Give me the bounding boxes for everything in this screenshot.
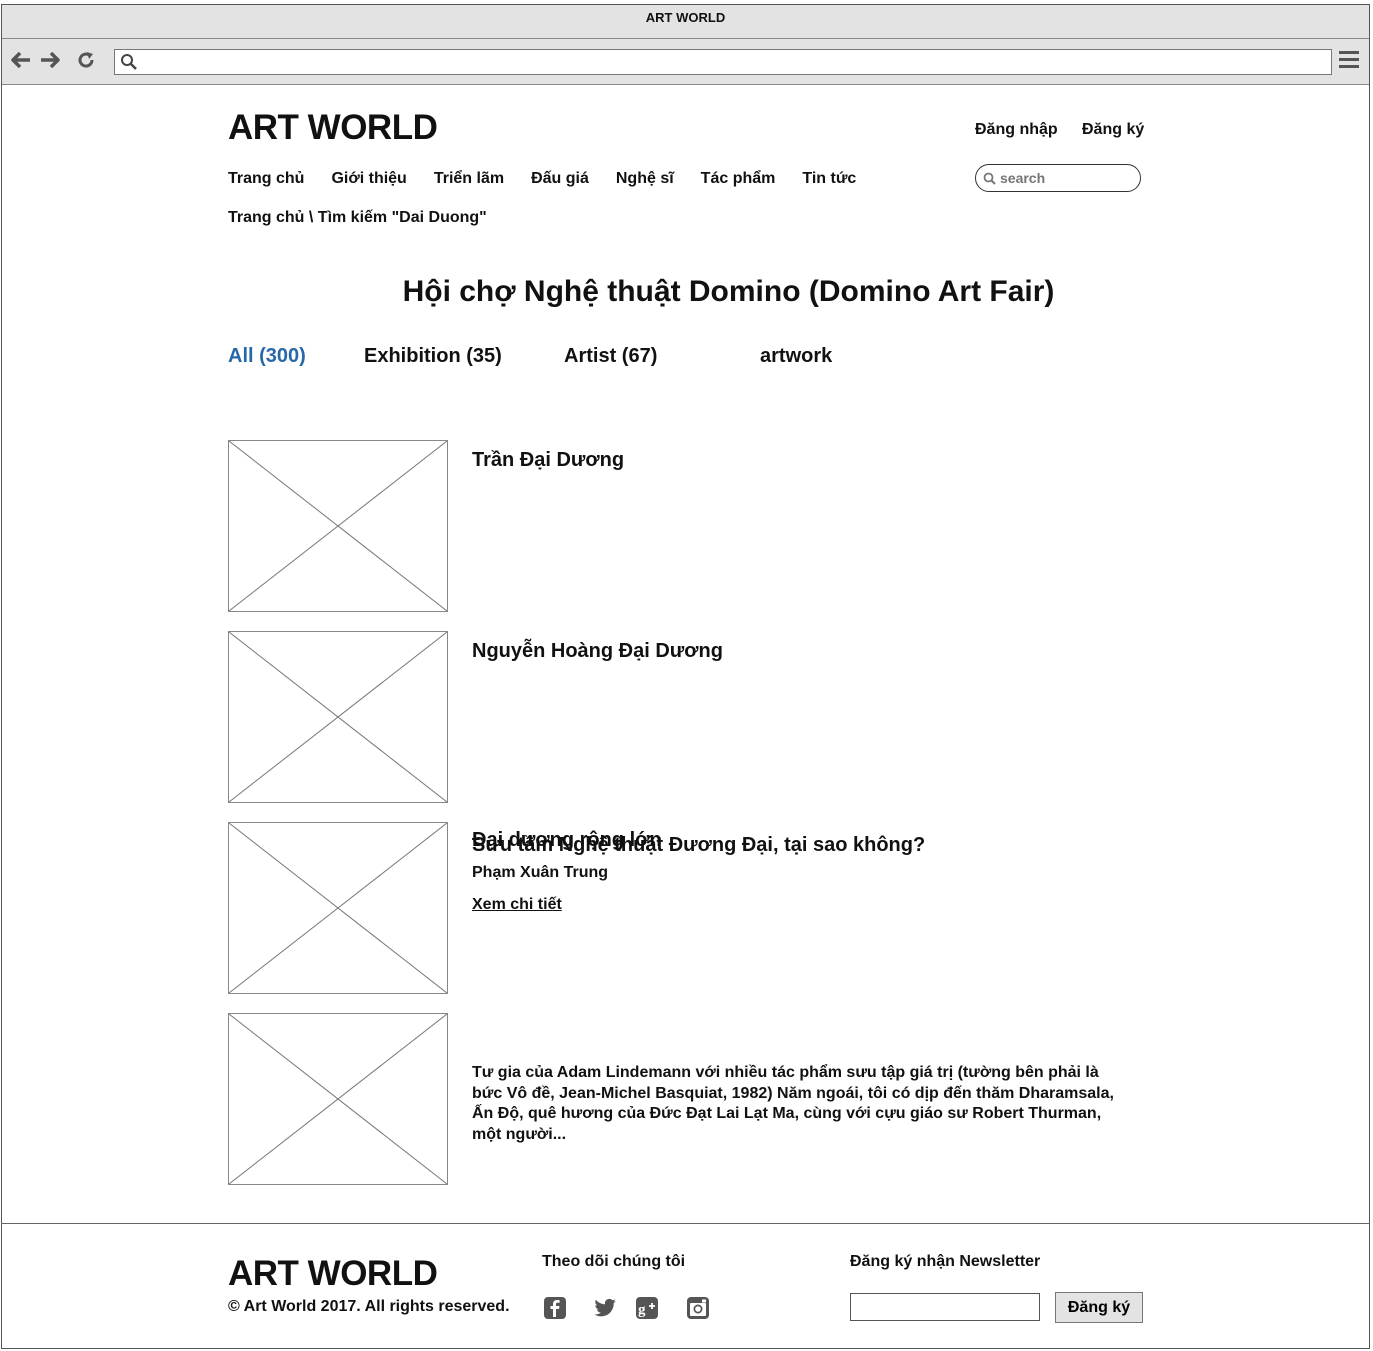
result-description: Tư gia của Adam Lindemann với nhiều tác … bbox=[472, 1064, 1114, 1143]
newsletter-email-field[interactable] bbox=[850, 1293, 1040, 1321]
newsletter-subscribe-button[interactable]: Đăng ký bbox=[1055, 1292, 1143, 1323]
nav-item-artworks[interactable]: Tác phẩm bbox=[701, 170, 776, 188]
login-link[interactable]: Đăng nhập bbox=[975, 121, 1058, 139]
browser-window: ART WORLD bbox=[1, 4, 1370, 1349]
reload-icon[interactable] bbox=[75, 49, 97, 71]
tab-exhibition[interactable]: Exhibition (35) bbox=[364, 345, 502, 368]
instagram-icon[interactable] bbox=[686, 1296, 710, 1320]
back-arrow-icon[interactable] bbox=[10, 49, 32, 71]
search-icon bbox=[120, 53, 138, 76]
tab-artwork[interactable]: artwork bbox=[760, 345, 832, 368]
browser-toolbar bbox=[2, 39, 1369, 85]
result-image-placeholder[interactable] bbox=[228, 1013, 448, 1185]
result-image-placeholder[interactable] bbox=[228, 822, 448, 994]
nav-item-news[interactable]: Tin tức bbox=[802, 170, 856, 188]
nav-item-about[interactable]: Giới thiệu bbox=[331, 170, 406, 188]
footer-divider bbox=[1, 1223, 1370, 1224]
nav-item-home[interactable]: Trang chủ bbox=[228, 170, 304, 188]
search-box[interactable] bbox=[975, 164, 1141, 192]
search-icon bbox=[983, 172, 996, 185]
tab-artist[interactable]: Artist (67) bbox=[564, 345, 657, 368]
forward-arrow-icon[interactable] bbox=[39, 49, 61, 71]
hamburger-menu-icon[interactable] bbox=[1339, 51, 1359, 71]
page-title: Hội chợ Nghệ thuật Domino (Domino Art Fa… bbox=[402, 275, 1055, 308]
site-logo[interactable]: ART WORLD bbox=[228, 108, 438, 148]
copyright-text: © Art World 2017. All rights reserved. bbox=[228, 1298, 510, 1315]
tab-all[interactable]: All (300) bbox=[228, 345, 306, 368]
result-title[interactable]: Nguyễn Hoàng Đại Dương bbox=[472, 640, 723, 663]
twitter-icon[interactable] bbox=[592, 1296, 616, 1320]
result-title[interactable]: Sưu tầm Nghệ thuật Đương Đại, tại sao kh… bbox=[472, 834, 925, 857]
svg-text:g: g bbox=[638, 1302, 646, 1318]
result-author: Phạm Xuân Trung bbox=[472, 864, 609, 881]
follow-heading: Theo dõi chúng tôi bbox=[542, 1253, 686, 1270]
result-image-placeholder[interactable] bbox=[228, 631, 448, 803]
facebook-icon[interactable] bbox=[543, 1296, 567, 1320]
register-link[interactable]: Đăng ký bbox=[1082, 121, 1144, 139]
google-plus-icon[interactable]: g bbox=[635, 1296, 659, 1320]
newsletter-heading: Đăng ký nhận Newsletter bbox=[850, 1253, 1041, 1270]
breadcrumb: Trang chủ \ Tìm kiếm "Dai Duong" bbox=[228, 209, 487, 226]
view-details-link[interactable]: Xem chi tiết bbox=[472, 896, 562, 914]
search-input[interactable] bbox=[1000, 168, 1132, 188]
window-title: ART WORLD bbox=[2, 5, 1369, 39]
footer-logo: ART WORLD bbox=[228, 1254, 438, 1293]
nav-item-auction[interactable]: Đấu giá bbox=[531, 170, 589, 188]
main-nav: Trang chủ Giới thiệu Triển lãm Đấu giá N… bbox=[228, 170, 883, 188]
result-title[interactable]: Trần Đại Dương bbox=[472, 449, 624, 472]
result-image-placeholder[interactable] bbox=[228, 440, 448, 612]
nav-item-artists[interactable]: Nghệ sĩ bbox=[616, 170, 674, 188]
nav-item-exhibitions[interactable]: Triển lãm bbox=[434, 170, 504, 188]
address-bar[interactable] bbox=[114, 49, 1332, 75]
